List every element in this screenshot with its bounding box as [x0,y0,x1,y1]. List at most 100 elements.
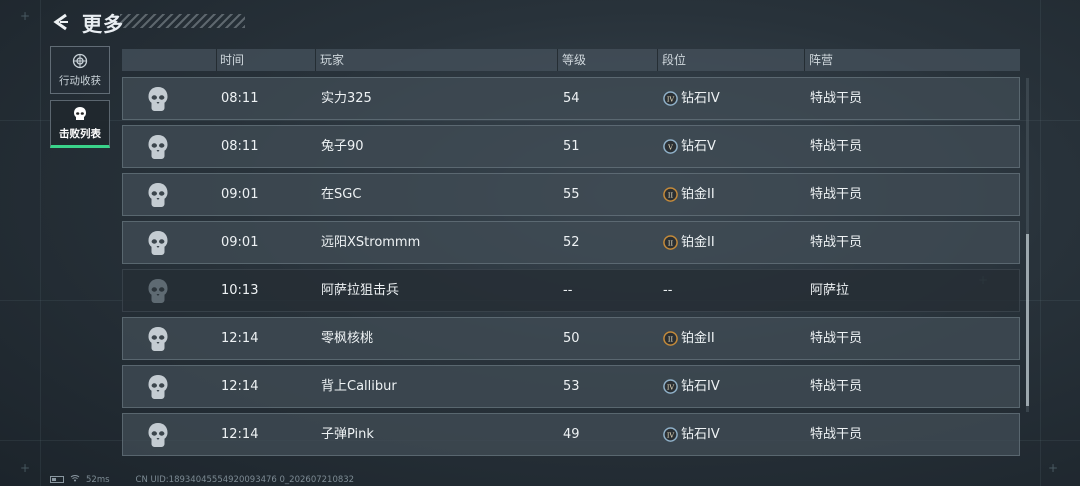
table-row[interactable]: 12:14 子弹Pink 49 IV 钻石IV 特战干员 [122,413,1020,456]
row-time: 12:14 [221,331,259,346]
row-rank-text: 钻石V [681,139,716,154]
rank-badge-icon: IV [663,427,678,442]
header-time: 时间 [220,53,245,67]
row-faction: 特战干员 [810,331,863,346]
header-rank: 段位 [662,53,687,67]
header-faction: 阵营 [809,53,834,67]
skull-avatar-icon [146,230,170,256]
tab-loot[interactable]: 行动收获 [50,46,110,94]
status-footer: 52ms CN UID:18934045554920093476 0_20260… [50,474,354,485]
row-time: 12:14 [221,379,259,394]
row-faction: 特战干员 [810,427,863,442]
rank-badge-numeral: II [668,239,674,247]
uid-text: CN UID:18934045554920093476 0_2026072108… [135,474,355,485]
skull-avatar-icon [146,422,170,448]
row-rank: IV 钻石IV [663,366,720,407]
row-faction: 特战干员 [810,235,863,250]
header: 更多 [50,8,124,36]
rank-badge-numeral: II [668,335,674,343]
row-player: 背上Callibur [321,379,397,394]
skull-avatar-icon [146,278,170,304]
skull-avatar-icon [146,326,170,352]
skull-avatar-icon [146,134,170,160]
row-level: -- [563,283,573,298]
table-row[interactable]: 08:11 实力325 54 IV 钻石IV 特战干员 [122,77,1020,120]
row-time: 09:01 [221,187,259,202]
loot-icon [72,53,88,68]
row-level: 54 [563,91,580,106]
row-faction: 阿萨拉 [810,283,850,298]
rank-badge-icon: IV [663,91,678,106]
row-rank: II 铂金II [663,222,715,263]
battery-icon [50,476,64,483]
row-faction: 特战干员 [810,91,863,106]
rank-badge-icon: IV [663,379,678,394]
rank-badge-icon: V [663,139,678,154]
table-row[interactable]: 12:14 背上Callibur 53 IV 钻石IV 特战干员 [122,365,1020,408]
row-player: 远阳XStrommm [321,235,421,250]
row-rank-text: 钻石IV [681,91,720,106]
rank-badge-icon: II [663,187,678,202]
row-level: 51 [563,139,580,154]
rank-badge-numeral: II [668,191,674,199]
rank-badge-icon: II [663,235,678,250]
skull-avatar-icon [146,374,170,400]
table-row[interactable]: 09:01 远阳XStrommm 52 II 铂金II 特战干员 [122,221,1020,264]
row-level: 53 [563,379,580,394]
row-time: 08:11 [221,91,259,106]
row-time: 09:01 [221,235,259,250]
row-player: 实力325 [321,91,372,106]
sidebar: 行动收获 击败列表 [50,46,112,154]
tab-defeat-list-label: 击败列表 [59,127,101,140]
row-level: 49 [563,427,580,442]
row-level: 50 [563,331,580,346]
row-rank-text: -- [663,283,673,298]
row-level: 52 [563,235,580,250]
row-rank: II 铂金II [663,318,715,359]
row-faction: 特战干员 [810,379,863,394]
skull-icon [74,106,86,120]
row-player: 兔子90 [321,139,364,154]
row-player: 零枫核桃 [321,331,374,346]
defeat-table: 时间 玩家 等级 段位 阵营 08:11 实力325 54 IV 钻石IV 特战干员 08:… [122,49,1020,456]
back-arrow-icon[interactable] [50,11,72,33]
rank-badge-icon: II [663,331,678,346]
header-decoration [120,14,245,28]
rank-badge-numeral: IV [667,383,675,391]
row-player: 在SGC [321,187,362,202]
row-level: 55 [563,187,580,202]
tab-defeat-list[interactable]: 击败列表 [50,100,110,148]
header-player: 玩家 [320,53,345,67]
row-faction: 特战干员 [810,187,863,202]
rank-badge-numeral: V [667,143,673,151]
ping-value: 52ms [86,474,110,485]
row-rank: -- [663,270,672,311]
scrollbar[interactable] [1026,78,1029,412]
rank-badge-numeral: IV [667,95,675,103]
table-row[interactable]: 09:01 在SGC 55 II 铂金II 特战干员 [122,173,1020,216]
row-rank: IV 钻石IV [663,78,720,119]
row-rank-text: 钻石IV [681,379,720,394]
row-player: 阿萨拉狙击兵 [321,283,400,298]
page-title: 更多 [82,11,124,36]
row-time: 12:14 [221,427,259,442]
table-header: 时间 玩家 等级 段位 阵营 [122,49,1020,71]
scrollbar-thumb[interactable] [1026,234,1029,406]
skull-avatar-icon [146,182,170,208]
row-rank: IV 钻石IV [663,414,720,455]
table-row[interactable]: 12:14 零枫核桃 50 II 铂金II 特战干员 [122,317,1020,360]
row-rank: II 铂金II [663,174,715,215]
tab-loot-label: 行动收获 [59,74,101,87]
header-level: 等级 [562,53,587,67]
row-rank-text: 钻石IV [681,427,720,442]
row-time: 10:13 [221,283,259,298]
table-row[interactable]: 10:13 阿萨拉狙击兵 -- -- 阿萨拉 [122,269,1020,312]
row-faction: 特战干员 [810,139,863,154]
row-rank-text: 铂金II [681,331,715,346]
rank-badge-numeral: IV [667,431,675,439]
wifi-icon [70,474,80,485]
row-rank-text: 铂金II [681,187,715,202]
row-time: 08:11 [221,139,259,154]
row-rank: V 钻石V [663,126,716,167]
table-row[interactable]: 08:11 兔子90 51 V 钻石V 特战干员 [122,125,1020,168]
